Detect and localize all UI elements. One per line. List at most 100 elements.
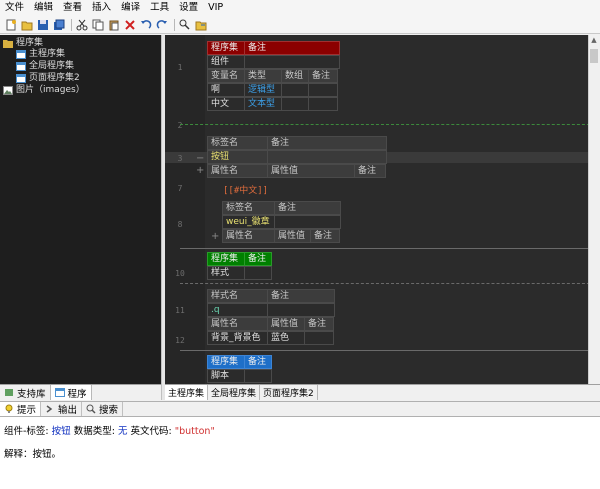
line-number: 7: [177, 184, 183, 193]
hint-label: 英文代码:: [130, 426, 172, 437]
header-cell: 属性名: [207, 317, 268, 331]
cell[interactable]: 文本型: [244, 97, 282, 111]
tab-search[interactable]: 搜索: [82, 402, 124, 416]
hint-panel: 组件-标签: 按钮 数据类型: 无 英文代码: "button" 解释：按钮。: [0, 417, 600, 489]
folder-icon: [3, 39, 13, 48]
toolbar: [0, 16, 600, 34]
vertical-scrollbar[interactable]: [588, 35, 600, 384]
line-gutter: [165, 35, 205, 384]
save-icon[interactable]: [36, 18, 50, 32]
cell[interactable]: [267, 303, 335, 317]
line-number: 8: [177, 220, 183, 229]
new-file-icon[interactable]: [4, 18, 18, 32]
export-icon[interactable]: [194, 18, 208, 32]
hint-line-2: 解释：按钮。: [4, 449, 62, 460]
tab-main-assembly[interactable]: 主程序集: [165, 385, 209, 400]
cell[interactable]: [281, 83, 309, 97]
cell[interactable]: 啊: [207, 83, 245, 97]
undo-icon[interactable]: [139, 18, 153, 32]
open-folder-icon[interactable]: [20, 18, 34, 32]
scroll-up-icon[interactable]: ▲: [590, 36, 598, 44]
tree-item-label: 页面程序集2: [29, 73, 80, 83]
find-icon[interactable]: [178, 18, 192, 32]
tab-hint[interactable]: 提示: [0, 402, 42, 416]
expand-icon[interactable]: +: [211, 231, 219, 242]
redo-icon[interactable]: [155, 18, 169, 32]
cell[interactable]: [244, 369, 272, 383]
module-icon: [16, 49, 26, 59]
tab-program[interactable]: 程序: [50, 385, 92, 400]
header-cell: 备注: [308, 69, 338, 83]
tab-label: 支持库: [17, 388, 46, 400]
cell[interactable]: [308, 83, 338, 97]
menu-edit[interactable]: 编辑: [29, 0, 58, 16]
section-divider: [180, 283, 600, 284]
code-expression[interactable]: [[#中文]]: [223, 183, 268, 196]
menu-tools[interactable]: 工具: [145, 0, 174, 16]
cell[interactable]: [244, 55, 340, 69]
tree-item-global[interactable]: 全局程序集: [16, 60, 74, 72]
tree-item-images[interactable]: 图片（images）: [3, 84, 85, 96]
menu-file[interactable]: 文件: [0, 0, 29, 16]
menu-settings[interactable]: 设置: [174, 0, 203, 16]
cell[interactable]: 蓝色: [267, 331, 305, 345]
line-number: 12: [175, 336, 185, 345]
hint-line-1: 组件-标签: 按钮 数据类型: 无 英文代码: "button": [4, 423, 215, 437]
line-number: 3: [177, 154, 183, 163]
header-cell: 属性值: [267, 164, 355, 178]
section-divider: [180, 124, 600, 125]
table-row[interactable]: 啊 逻辑型: [207, 83, 339, 97]
tree-item-page2[interactable]: 页面程序集2: [16, 72, 80, 84]
tab-label: 提示: [17, 405, 37, 416]
tag-name-cell[interactable]: weui_徽章: [222, 215, 275, 229]
module-icon: [16, 73, 26, 83]
library-icon: [4, 388, 14, 397]
tab-support-library[interactable]: 支持库: [0, 385, 51, 400]
cell[interactable]: 组件: [207, 55, 245, 69]
cell[interactable]: [308, 97, 338, 111]
tag-table-button: 标签名 备注 按钮 属性名 属性值 备注: [207, 136, 387, 178]
copy-icon[interactable]: [91, 18, 105, 32]
tree-item-main[interactable]: 主程序集: [16, 48, 65, 60]
assembly-table-script: 程序集 备注 脚本: [207, 355, 272, 383]
header-cell: 备注: [244, 252, 272, 266]
cell[interactable]: [281, 97, 309, 111]
cell[interactable]: 脚本: [207, 369, 245, 383]
cell[interactable]: [267, 150, 387, 164]
cell[interactable]: [304, 331, 334, 345]
tab-global-assembly[interactable]: 全局程序集: [208, 385, 261, 400]
table-row[interactable]: 背景_背景色 蓝色: [207, 331, 334, 345]
cell[interactable]: [244, 266, 272, 280]
cell[interactable]: 中文: [207, 97, 245, 111]
menu-view[interactable]: 查看: [58, 0, 87, 16]
tag-name-cell[interactable]: 按钮: [207, 150, 268, 164]
header-cell: 备注: [354, 164, 386, 178]
cell[interactable]: 逻辑型: [244, 83, 282, 97]
expand-icon[interactable]: +: [196, 165, 204, 176]
cut-icon[interactable]: [75, 18, 89, 32]
paste-icon[interactable]: [107, 18, 121, 32]
save-all-icon[interactable]: [52, 18, 66, 32]
style-name-cell[interactable]: .q: [207, 303, 268, 317]
cell[interactable]: 样式: [207, 266, 245, 280]
menu-insert[interactable]: 插入: [87, 0, 116, 16]
tab-label: 程序: [67, 388, 87, 400]
header-cell: 程序集: [207, 355, 245, 369]
delete-icon[interactable]: [123, 18, 137, 32]
cell[interactable]: 背景_背景色: [207, 331, 268, 345]
left-panel-tabs: 支持库 程序: [0, 384, 161, 400]
code-editor[interactable]: 1 2 3 7 8 10 11 12 − + + 程序集 备注 组件 变量名 类…: [165, 35, 600, 384]
header-cell: 程序集: [207, 252, 245, 266]
menu-bar: 文件 编辑 查看 插入 编译 工具 设置 VIP: [0, 0, 600, 16]
tab-page-assembly2[interactable]: 页面程序集2: [260, 385, 318, 400]
assembly-table-main: 程序集 备注 组件 变量名 类型 数组 备注 啊 逻辑型 中文 文本型: [207, 41, 340, 111]
menu-compile[interactable]: 编译: [116, 0, 145, 16]
collapse-icon[interactable]: −: [196, 153, 204, 164]
header-cell: 属性名: [222, 229, 275, 243]
menu-vip[interactable]: VIP: [203, 0, 228, 16]
tab-output[interactable]: 输出: [41, 402, 83, 416]
scrollbar-thumb[interactable]: [590, 49, 598, 63]
cell[interactable]: [274, 215, 341, 229]
line-number: 1: [177, 63, 183, 72]
table-row[interactable]: 中文 文本型: [207, 97, 339, 111]
